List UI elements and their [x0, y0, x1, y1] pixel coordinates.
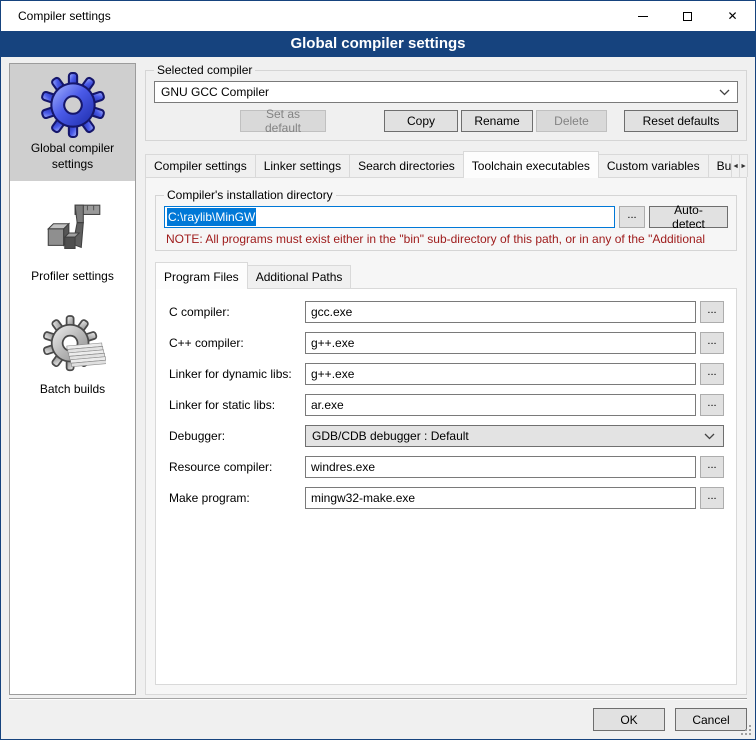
linker-dynamic-browse-button[interactable]: ...	[700, 363, 724, 385]
maximize-button[interactable]	[665, 2, 710, 31]
sidebar-item-batch-builds[interactable]: Batch builds	[10, 305, 135, 407]
installation-directory-legend: Compiler's installation directory	[164, 188, 336, 202]
reset-defaults-button[interactable]: Reset defaults	[624, 110, 738, 132]
linker-dynamic-input[interactable]	[305, 363, 696, 385]
tab-build-options[interactable]: Build options	[708, 154, 733, 177]
tab-program-files[interactable]: Program Files	[155, 262, 248, 289]
page-title: Global compiler settings	[1, 31, 755, 57]
cpp-compiler-browse-button[interactable]: ...	[700, 332, 724, 354]
paths-tab-strip: Program Files Additional Paths	[155, 262, 737, 288]
selected-compiler-group: Selected compiler GNU GCC Compiler Set a…	[145, 63, 747, 141]
tab-search-directories[interactable]: Search directories	[349, 154, 464, 177]
minimize-button[interactable]	[620, 2, 665, 31]
settings-tab-strip: Compiler settings Linker settings Search…	[145, 151, 747, 177]
c-compiler-browse-button[interactable]: ...	[700, 301, 724, 323]
linker-static-browse-button[interactable]: ...	[700, 394, 724, 416]
minimize-icon	[638, 16, 648, 17]
compiler-settings-dialog: Compiler settings ✕ Global compiler sett…	[0, 0, 756, 740]
copy-button[interactable]: Copy	[384, 110, 458, 132]
tab-scroll-right-button[interactable]: ►	[739, 154, 748, 177]
tab-compiler-settings[interactable]: Compiler settings	[145, 154, 256, 177]
close-button[interactable]: ✕	[710, 2, 755, 31]
sidebar-item-label: Profiler settings	[13, 269, 132, 285]
installation-directory-selected-text: C:\raylib\MinGW	[167, 208, 256, 226]
linker-static-label: Linker for static libs:	[169, 398, 305, 412]
chevron-down-icon	[719, 89, 730, 96]
compiler-dropdown-value: GNU GCC Compiler	[161, 85, 719, 99]
cancel-button[interactable]: Cancel	[675, 708, 747, 731]
program-files-page: C compiler: ... C++ compiler: ... Linker…	[155, 288, 737, 685]
c-compiler-input[interactable]	[305, 301, 696, 323]
linker-static-input[interactable]	[305, 394, 696, 416]
toolchain-executables-page: Compiler's installation directory C:\ray…	[145, 177, 747, 695]
tab-custom-variables[interactable]: Custom variables	[598, 154, 709, 177]
make-program-input[interactable]	[305, 487, 696, 509]
debugger-label: Debugger:	[169, 429, 305, 443]
sidebar-item-profiler-settings[interactable]: Profiler settings	[10, 192, 135, 294]
auto-detect-button[interactable]: Auto-detect	[649, 206, 728, 228]
debugger-dropdown[interactable]: GDB/CDB debugger : Default	[305, 425, 724, 447]
installation-directory-group: Compiler's installation directory C:\ray…	[155, 188, 737, 251]
caliper-tool-icon	[40, 200, 106, 266]
chevron-down-icon	[704, 433, 715, 440]
tab-additional-paths[interactable]: Additional Paths	[247, 265, 352, 288]
make-program-browse-button[interactable]: ...	[700, 487, 724, 509]
debugger-dropdown-value: GDB/CDB debugger : Default	[312, 429, 704, 443]
cpp-compiler-label: C++ compiler:	[169, 336, 305, 350]
tab-toolchain-executables[interactable]: Toolchain executables	[463, 151, 599, 178]
title-bar: Compiler settings ✕	[1, 1, 755, 31]
delete-button[interactable]: Delete	[536, 110, 607, 132]
resize-grip[interactable]	[741, 725, 752, 736]
bin-subdirectory-note: NOTE: All programs must exist either in …	[166, 232, 728, 246]
cpp-compiler-input[interactable]	[305, 332, 696, 354]
linker-dynamic-label: Linker for dynamic libs:	[169, 367, 305, 381]
left-arrow-icon: ◄	[732, 163, 739, 170]
footer-divider	[9, 698, 747, 700]
resource-compiler-input[interactable]	[305, 456, 696, 478]
resource-compiler-label: Resource compiler:	[169, 460, 305, 474]
gray-gear-stack-icon	[40, 313, 106, 379]
sidebar-item-label: Global compiler settings	[13, 141, 132, 172]
sidebar-item-label: Batch builds	[13, 382, 132, 398]
right-arrow-icon: ►	[740, 163, 747, 170]
blue-gear-icon	[40, 72, 106, 138]
maximize-icon	[683, 12, 692, 21]
make-program-label: Make program:	[169, 491, 305, 505]
c-compiler-label: C compiler:	[169, 305, 305, 319]
settings-category-list: Global compiler settings	[9, 63, 136, 695]
compiler-dropdown[interactable]: GNU GCC Compiler	[154, 81, 738, 103]
tab-linker-settings[interactable]: Linker settings	[255, 154, 350, 177]
window-title: Compiler settings	[1, 9, 620, 23]
installation-directory-input[interactable]: C:\raylib\MinGW	[164, 206, 615, 228]
sidebar-item-global-compiler-settings[interactable]: Global compiler settings	[10, 64, 135, 181]
close-icon: ✕	[727, 10, 737, 22]
browse-directory-button[interactable]: ...	[619, 206, 645, 228]
set-as-default-button[interactable]: Set as default	[240, 110, 326, 132]
rename-button[interactable]: Rename	[461, 110, 533, 132]
ok-button[interactable]: OK	[593, 708, 665, 731]
selected-compiler-legend: Selected compiler	[154, 63, 255, 77]
resource-compiler-browse-button[interactable]: ...	[700, 456, 724, 478]
dialog-footer: OK Cancel	[9, 695, 747, 739]
